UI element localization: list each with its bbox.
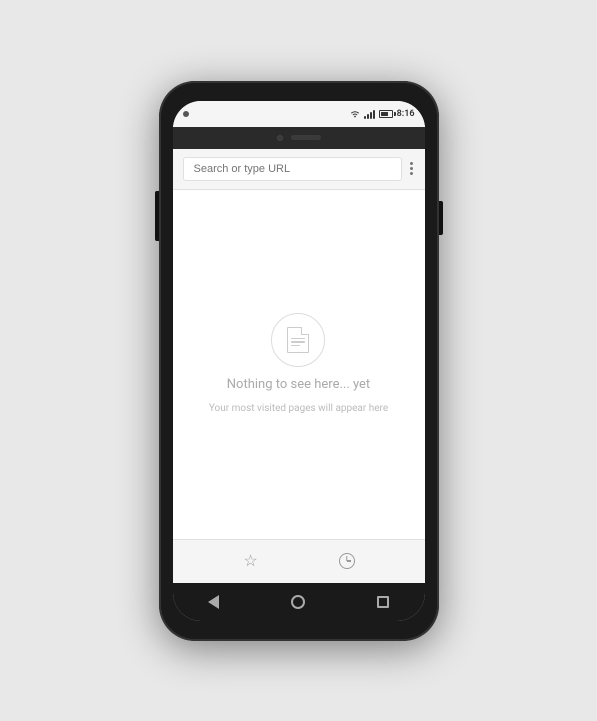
recents-button[interactable] — [377, 596, 389, 608]
clock-icon — [339, 553, 355, 569]
star-icon: ☆ — [243, 553, 257, 569]
doc-line-2 — [291, 341, 305, 343]
home-icon — [291, 595, 305, 609]
back-button[interactable] — [208, 595, 219, 609]
doc-line-3 — [291, 345, 299, 347]
back-icon — [208, 595, 219, 609]
recents-icon — [377, 596, 389, 608]
speaker-grille — [291, 135, 321, 140]
phone-device: 8:16 — [159, 81, 439, 641]
signal-icon — [364, 109, 375, 119]
wifi-icon — [350, 109, 360, 118]
document-icon — [287, 327, 309, 353]
status-time: 8:16 — [397, 109, 415, 119]
notification-dot — [183, 111, 189, 117]
status-bar: 8:16 — [173, 101, 425, 127]
empty-subtitle: Your most visited pages will appear here — [209, 402, 388, 416]
empty-icon-circle — [271, 313, 325, 367]
doc-lines — [291, 338, 305, 347]
main-content: Nothing to see here... yet Your most vis… — [173, 190, 425, 539]
camera-area — [173, 127, 425, 149]
android-nav-bar — [173, 583, 425, 621]
url-bar — [173, 149, 425, 190]
doc-line-1 — [291, 338, 305, 340]
empty-title: Nothing to see here... yet — [227, 377, 370, 392]
battery-icon — [379, 110, 393, 118]
battery-fill — [381, 112, 388, 116]
browser-area: Nothing to see here... yet Your most vis… — [173, 149, 425, 583]
phone-screen: 8:16 — [173, 101, 425, 621]
bottom-toolbar: ☆ — [173, 539, 425, 583]
history-button[interactable] — [332, 546, 362, 576]
url-input[interactable] — [183, 157, 402, 181]
status-right: 8:16 — [350, 109, 415, 119]
home-button[interactable] — [291, 595, 305, 609]
camera-icon — [277, 135, 283, 141]
empty-state: Nothing to see here... yet Your most vis… — [209, 313, 388, 416]
bookmarks-button[interactable]: ☆ — [236, 546, 266, 576]
more-options-button[interactable] — [408, 160, 415, 177]
status-left — [183, 111, 189, 117]
